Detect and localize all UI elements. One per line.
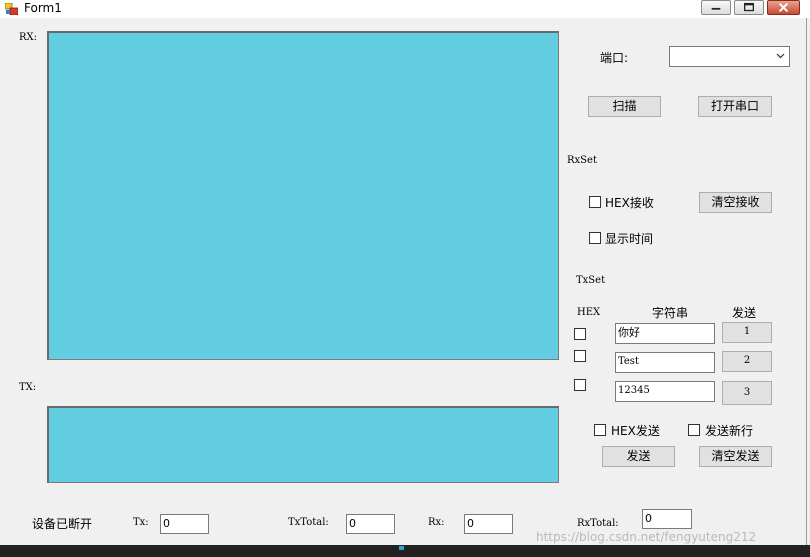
window-right-edge [806,18,807,545]
maximize-button[interactable] [734,0,764,15]
txset-row3-send-button[interactable]: 3 [722,381,772,405]
txset-title: TxSet [576,275,606,286]
chevron-down-icon [776,53,785,59]
rx-count-label: Rx: [428,517,445,528]
open-port-button[interactable]: 打开串口 [698,96,772,117]
tx-label: TX: [19,382,37,393]
scan-button[interactable]: 扫描 [588,96,661,117]
rxtotal-field[interactable]: 0 [642,509,692,529]
tx-count-label: Tx: [133,517,149,528]
txset-col-send: 发送 [732,306,757,320]
taskbar [0,545,810,557]
close-button[interactable] [767,0,800,15]
txset-row3-input[interactable]: 12345 [615,381,715,402]
rx-label: RX: [19,32,38,43]
clear-tx-button[interactable]: 清空发送 [699,446,772,467]
watermark-text: https://blog.csdn.net/fengyuteng212 [536,530,757,544]
send-newline-checkbox[interactable] [688,424,700,436]
txset-row1-hex-checkbox[interactable] [574,328,586,340]
tx-count-field[interactable]: 0 [160,514,209,534]
form-app-icon [5,3,18,15]
txset-row2-hex-checkbox[interactable] [574,350,586,362]
tx-textarea[interactable] [47,406,559,483]
txtotal-field[interactable]: 0 [346,514,395,534]
title-bar[interactable]: Form1 [0,0,810,18]
rxtotal-label: RxTotal: [577,518,619,529]
close-icon [778,2,789,13]
show-time-label: 显示时间 [605,232,654,246]
window-title: Form1 [24,1,62,15]
minimize-icon [711,7,721,10]
txset-col-hex: HEX [577,307,601,318]
txset-row2-send-button[interactable]: 2 [722,351,772,372]
form-window: Form1 RX: TX: 端口: 扫描 打开串口 RxSet HEX接收 清空… [0,0,810,545]
port-selected-value [670,52,673,65]
hex-send-label: HEX发送 [611,424,660,438]
hex-send-checkbox[interactable] [594,424,606,436]
maximize-icon [744,2,754,12]
minimize-button[interactable] [701,0,731,15]
send-button[interactable]: 发送 [602,446,675,467]
txtotal-label: TxTotal: [288,517,329,528]
clear-rx-button[interactable]: 清空接收 [699,192,772,213]
txset-col-string: 字符串 [652,306,689,320]
port-label: 端口: [600,51,629,65]
hex-rx-label: HEX接收 [605,196,654,210]
send-newline-label: 发送新行 [705,424,754,438]
taskbar-indicator [399,546,404,550]
rxset-title: RxSet [567,155,597,166]
txset-row1-input[interactable]: 你好 [615,323,715,344]
txset-row1-send-button[interactable]: 1 [722,322,772,343]
rx-count-field[interactable]: 0 [464,514,513,534]
show-time-checkbox[interactable] [589,232,601,244]
rx-textarea[interactable] [47,31,559,360]
port-select[interactable] [669,46,790,67]
txset-row2-input[interactable]: Test [615,352,715,373]
hex-rx-checkbox[interactable] [589,196,601,208]
device-status: 设备已断开 [32,517,93,531]
txset-row3-hex-checkbox[interactable] [574,379,586,391]
